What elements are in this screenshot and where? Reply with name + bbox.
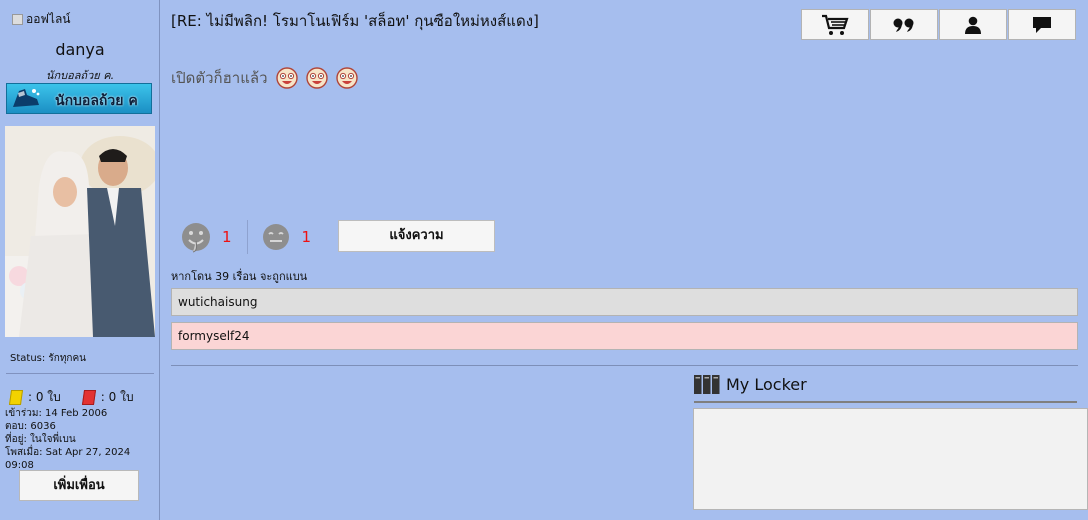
post-body-text: เปิดตัวก็ฮาแล้ว	[171, 69, 268, 87]
locker-underline	[694, 401, 1077, 403]
user-panel: ออฟไลน์ danya นักบอลถ้วย ค. นักบอลถ้วย ค	[0, 0, 160, 520]
profile-button[interactable]	[939, 9, 1007, 40]
red-card-count: : 0 ใบ	[100, 390, 134, 404]
message-button[interactable]	[1008, 9, 1076, 40]
cart-button[interactable]	[801, 9, 869, 40]
rank-badge-label: นักบอลถ้วย ค	[55, 93, 138, 109]
joined-date: เข้าร่วม: 14 Feb 2006	[5, 408, 108, 419]
user-status-text: Status: รักทุกคน	[10, 353, 87, 364]
laughing-smiley-icon	[335, 67, 358, 89]
like-count: 1	[222, 228, 232, 246]
report-button[interactable]: แจ้งความ	[338, 220, 495, 252]
football-boot-icon	[13, 89, 40, 107]
dislike-count: 1	[301, 228, 312, 246]
user-title: นักบอลถ้วย ค.	[45, 69, 115, 82]
locker-title: My Locker	[726, 375, 807, 394]
post-body: เปิดตัวก็ฮาแล้ว	[171, 66, 358, 90]
post-title: [RE: ไม่มีพลิก! โรมาโนเฟิร์ม 'สล็อท' กุน…	[171, 12, 539, 30]
red-card-icon	[81, 390, 96, 405]
online-status-label: ออฟไลน์	[26, 12, 71, 26]
cart-icon	[822, 14, 849, 35]
card-counts: : 0 ใบ : 0 ใบ	[8, 388, 134, 407]
dislike-face-icon[interactable]	[260, 221, 292, 253]
avatar[interactable]	[5, 126, 155, 337]
reaction-divider	[246, 220, 248, 254]
rank-badge: นักบอลถ้วย ค	[6, 83, 152, 114]
laughing-smiley-icon	[305, 67, 328, 89]
divider	[6, 373, 154, 374]
post-toolbar	[801, 9, 1077, 40]
yellow-card-count: : 0 ใบ	[28, 390, 61, 404]
divider	[171, 365, 1078, 366]
laughing-smiley-icon	[275, 67, 298, 89]
last-post-time: โพสเมื่อ: Sat Apr 27, 2024 09:08	[5, 447, 131, 471]
username[interactable]: danya	[0, 40, 160, 59]
reaction-bar: 1 1	[180, 219, 311, 255]
locker-content	[693, 408, 1088, 510]
avatar-photo	[5, 126, 155, 337]
ban-warning-text: หากโดน 39 เรื่อน จะถูกแบน	[171, 270, 308, 283]
add-friend-button[interactable]: เพิ่มเพื่อน	[19, 470, 139, 501]
quote-button[interactable]	[870, 9, 938, 40]
online-status: ออฟไลน์	[12, 10, 71, 29]
user-icon	[965, 16, 981, 34]
yellow-card-icon	[8, 390, 24, 405]
voter-row[interactable]: formyself24	[171, 322, 1078, 350]
quote-icon	[893, 18, 914, 32]
reply-count: ตอบ: 6036	[5, 421, 56, 432]
voter-row[interactable]: wutichaisung	[171, 288, 1078, 316]
comment-icon	[1033, 16, 1051, 33]
locker-icon	[694, 375, 720, 394]
offline-indicator-icon	[12, 14, 23, 25]
like-face-icon[interactable]	[180, 221, 212, 253]
user-location: ที่อยู่: ในใจพี่เบน	[5, 434, 76, 445]
user-meta: เข้าร่วม: 14 Feb 2006 ตอบ: 6036 ที่อยู่:…	[5, 407, 159, 472]
locker-header: My Locker	[694, 375, 807, 394]
